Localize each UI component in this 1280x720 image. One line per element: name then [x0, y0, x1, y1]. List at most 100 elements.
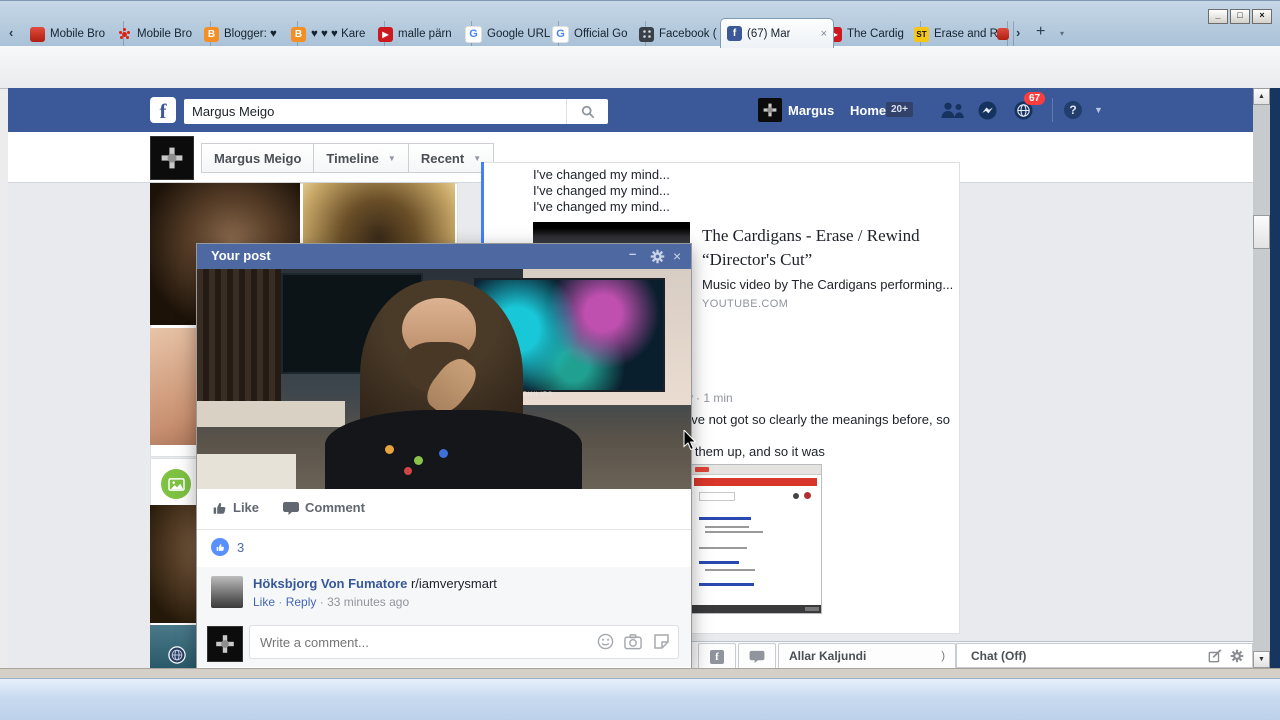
mouse-cursor [683, 430, 697, 451]
post-text-line: I've changed my mind... [533, 167, 670, 182]
help-icon[interactable]: ? [1064, 101, 1082, 119]
window-close-button[interactable]: × [1252, 9, 1272, 24]
nav-avatar[interactable] [758, 98, 782, 122]
comment-timestamp[interactable]: 33 minutes ago [327, 595, 409, 609]
blogger-icon: B [291, 26, 306, 42]
post-photo[interactable]: PHILIPS [197, 269, 691, 489]
nav-home-link[interactable]: Home [850, 103, 886, 118]
mini-search-box [699, 492, 735, 501]
camera-icon[interactable] [624, 633, 642, 650]
messenger-icon[interactable] [978, 101, 997, 120]
chat-friend-fragment: ) [941, 650, 945, 662]
tab-list-caret-icon[interactable]: ▾ [1060, 29, 1064, 38]
dialog-close-icon[interactable]: × [673, 248, 681, 264]
window-maximize-button[interactable]: □ [1230, 9, 1250, 24]
tab-label: malle pärn [398, 28, 452, 40]
dark-grid-icon [639, 26, 654, 42]
comment-separator: · [278, 595, 283, 609]
like-thumb-icon [213, 503, 226, 514]
st-icon: ST [914, 26, 929, 42]
tab-close-icon[interactable]: × [821, 28, 827, 40]
dialog-gear-icon[interactable] [650, 249, 665, 264]
tab-mobile-bro-1[interactable]: Mobile Bro [24, 21, 124, 47]
like-button[interactable]: Like [211, 500, 259, 515]
tab-blogger[interactable]: B Blogger: ♥ [198, 21, 298, 47]
account-caret-icon[interactable]: ▼ [1094, 105, 1103, 115]
tab-facebook-other[interactable]: Facebook ( [633, 21, 733, 47]
new-message-icon[interactable] [1208, 648, 1222, 663]
reaction-count[interactable]: 3 [237, 540, 244, 555]
red-app-icon [30, 26, 45, 42]
facebook-logo[interactable]: f [150, 97, 176, 123]
comment-input[interactable] [250, 626, 590, 658]
tab-kare[interactable]: B ♥ ♥ ♥ Kare [285, 21, 385, 47]
google-icon: G [465, 25, 482, 43]
reactions-row: 3 [197, 529, 691, 568]
comment-reply-link[interactable]: Reply [286, 595, 317, 609]
tab-google-url[interactable]: G Google URL [459, 21, 559, 47]
mini-text-line [705, 531, 763, 533]
tab-malle-parn[interactable]: ▶ malle pärn [372, 21, 472, 47]
chat-friend-tab[interactable]: Allar Kaljundi ) [778, 643, 956, 668]
post-text-line: I've changed my mind... [533, 199, 670, 214]
mini-browser-chrome [691, 465, 821, 475]
youtube-icon: ▶ [378, 26, 393, 42]
profile-name-button[interactable]: Margus Meigo [201, 143, 315, 173]
scroll-up-button[interactable]: ▲ [1253, 88, 1270, 105]
comment-avatar[interactable] [211, 576, 243, 608]
sticker-icon[interactable] [653, 633, 670, 650]
dialog-titlebar[interactable]: Your post – × [197, 244, 691, 269]
mini-link-line [699, 561, 739, 564]
chat-tabs-shortcut[interactable] [738, 643, 776, 668]
mini-text-line [705, 569, 755, 571]
window-minimize-button[interactable]: _ [1208, 9, 1228, 24]
tab-label: (67) Mar [747, 27, 791, 40]
tab-label: Google URL [487, 28, 551, 40]
tab-erase-rewind[interactable]: ST Erase and R [908, 21, 1008, 47]
comment-separator: · [319, 595, 324, 609]
timeline-button[interactable]: Timeline ▼ [313, 143, 409, 173]
tab-label: The Cardig [847, 28, 904, 40]
video-title[interactable]: The Cardigans - Erase / Rewind “Director… [702, 224, 952, 272]
tab-official-go[interactable]: G Official Go [546, 21, 646, 47]
mini-icon-dot [793, 493, 799, 499]
tab-the-cardigans[interactable]: ▶ The Cardig [821, 21, 921, 47]
tab-label: Facebook ( [659, 28, 717, 40]
facebook-shortcut-tab[interactable]: f [698, 643, 736, 668]
timeline-label: Timeline [326, 150, 379, 166]
chat-status-bar[interactable]: Chat (Off) [956, 643, 1253, 668]
tab-facebook-active[interactable]: f (67) Mar × [720, 18, 834, 48]
friend-requests-icon[interactable] [940, 102, 965, 119]
scroll-down-button[interactable]: ▼ [1253, 651, 1270, 668]
profile-avatar[interactable] [150, 136, 194, 180]
comment-button[interactable]: Comment [283, 500, 365, 515]
tab-scroll-left-button[interactable]: ‹ [9, 25, 13, 40]
search-input[interactable] [184, 99, 570, 124]
like-reaction-icon[interactable] [211, 538, 229, 556]
emoji-icon[interactable] [597, 633, 614, 650]
attached-screenshot-image[interactable] [690, 464, 822, 614]
page-scrollbar[interactable]: ▲ ▼ [1253, 88, 1270, 668]
search-button[interactable] [566, 99, 609, 124]
comment-composer-row [197, 619, 691, 667]
dialog-minimize-icon[interactable]: – [629, 246, 636, 261]
tab-label: Erase and R [934, 28, 998, 40]
tab-mobile-bro-2[interactable]: Mobile Bro [111, 21, 211, 47]
comment-like-link[interactable]: Like [253, 595, 275, 609]
scroll-thumb[interactable] [1253, 215, 1270, 249]
nav-username-link[interactable]: Margus [788, 103, 834, 118]
browser-toolbar: M ▾ ← → i https://www.facebook.com/Psych… [0, 46, 1280, 129]
post-timestamp[interactable]: 1 min [703, 391, 732, 405]
mini-link-line [699, 517, 751, 520]
your-post-dialog: Your post – × PHILIPS Like Comment 3 Hök… [196, 243, 692, 668]
tab-scroll-right-button[interactable]: › [1016, 25, 1020, 40]
chat-settings-gear-icon[interactable] [1230, 649, 1244, 663]
mini-active-tab [695, 467, 709, 472]
chat-friend-name: Allar Kaljundi [789, 649, 867, 663]
new-tab-button[interactable]: + [1036, 23, 1045, 41]
photo-desk [197, 401, 346, 428]
post-meta-separator: · [696, 391, 701, 405]
composer-field[interactable] [249, 625, 679, 659]
tab-partial[interactable] [995, 21, 1014, 47]
comment-author-link[interactable]: Höksbjorg Von Fumatore [253, 576, 407, 591]
